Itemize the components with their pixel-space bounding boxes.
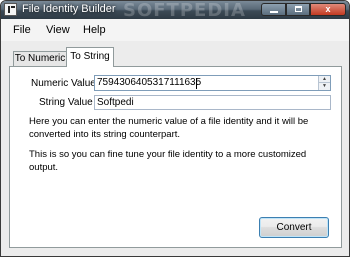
close-button[interactable]: x	[310, 3, 346, 16]
menu-file[interactable]: File	[13, 24, 31, 36]
description-paragraph-2: This is so you can fine tune your file i…	[29, 149, 307, 173]
maximize-icon	[294, 6, 302, 12]
text-caret	[196, 78, 197, 89]
description-paragraph-1: Here you can enter the numeric value of …	[29, 116, 309, 140]
window-title: File Identity Builder	[22, 3, 116, 15]
spin-up-icon[interactable]: ▲	[318, 76, 330, 83]
title-bar[interactable]: File Identity Builder SOFTPEDIA x	[1, 0, 349, 21]
string-value-text: Softpedi	[97, 97, 134, 108]
close-icon: x	[325, 4, 331, 14]
minimize-icon	[269, 11, 278, 13]
spin-down-icon[interactable]: ▼	[318, 83, 330, 90]
tab-to-string[interactable]: To String	[66, 47, 114, 67]
maximize-button[interactable]	[286, 3, 310, 16]
numeric-value-label: Numeric Value	[31, 78, 96, 89]
app-window: File Identity Builder SOFTPEDIA x File V…	[0, 0, 350, 257]
app-icon[interactable]	[4, 3, 17, 16]
numeric-value-text: 7594306405317111635	[97, 77, 202, 88]
menu-help[interactable]: Help	[83, 24, 106, 36]
string-value-output[interactable]: Softpedi	[94, 95, 331, 110]
string-value-label: String Value	[39, 97, 93, 108]
convert-button[interactable]: Convert	[259, 217, 329, 238]
tab-to-numeric[interactable]: To Numeric	[13, 51, 67, 66]
menu-view[interactable]: View	[46, 24, 70, 36]
minimize-button[interactable]	[261, 3, 286, 16]
menu-bar: File View Help	[1, 19, 349, 41]
watermark: SOFTPEDIA	[123, 0, 246, 21]
numeric-value-input[interactable]: 7594306405317111635 ▲ ▼	[94, 75, 331, 91]
